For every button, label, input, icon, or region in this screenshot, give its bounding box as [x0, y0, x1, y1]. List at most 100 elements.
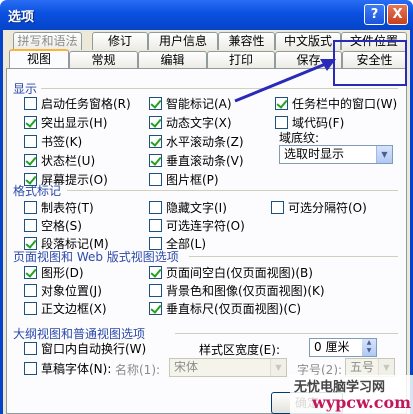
checkbox-box[interactable] — [24, 266, 37, 279]
checkbox-text-boundaries[interactable]: 正文边框(X) — [24, 301, 107, 316]
tab-revisions[interactable]: 修订 — [92, 32, 148, 50]
spinner-arrows-icon[interactable]: ▲ ▼ — [362, 339, 376, 356]
site-watermark: 无忧电脑学习网 wypcw.com — [290, 375, 413, 414]
title-bar: 选项 ? X — [0, 0, 413, 30]
checkbox-label: 可选分隔符(O) — [288, 201, 367, 215]
tab-spelling-grammar[interactable]: 拼写和语法 — [13, 32, 82, 50]
checkbox-box[interactable] — [149, 302, 162, 315]
checkbox-vertical-scrollbar[interactable]: 垂直滚动条(V) — [149, 153, 244, 168]
checkbox-label: 正文边框(X) — [41, 302, 107, 316]
field-shading-value: 选取时显示 — [284, 147, 345, 161]
watermark-site-url: wypcw.com — [312, 393, 412, 412]
checkbox-object-anchors[interactable]: 对象位置(J) — [24, 283, 102, 298]
field-shading-select[interactable]: 选取时显示 ▼ — [279, 145, 393, 164]
checkbox-label: 垂直标尺(仅页面视图)(C) — [166, 302, 302, 316]
checkbox-box[interactable] — [24, 219, 37, 232]
checkbox-label: 突出显示(H) — [41, 116, 108, 130]
checkbox-box[interactable] — [24, 97, 37, 110]
chevron-down-icon[interactable]: ▼ — [376, 146, 392, 163]
checkbox-label: 对象位置(J) — [41, 284, 102, 298]
close-button[interactable]: X — [387, 4, 408, 25]
checkbox-label: 图形(D) — [41, 266, 84, 280]
checkbox-label: 启动任务窗格(R) — [41, 97, 131, 111]
checkbox-vertical-ruler[interactable]: 垂直标尺(仅页面视图)(C) — [149, 301, 301, 316]
style-area-width-input[interactable]: 0 厘米 ▲ ▼ — [309, 338, 377, 357]
checkbox-box[interactable] — [149, 97, 162, 110]
section-page-web-view: 页面视图和 Web 版式视图选项 — [13, 248, 398, 265]
checkbox-box[interactable] — [271, 201, 284, 214]
checkbox-box[interactable] — [275, 116, 288, 129]
checkbox-label: 草稿字体(N): — [41, 362, 112, 376]
checkbox-startup-task-pane[interactable]: 启动任务窗格(R) — [24, 96, 131, 111]
checkbox-optional-hyphens[interactable]: 可选连字符(O) — [149, 218, 245, 233]
checkbox-bookmarks[interactable]: 书签(K) — [24, 134, 82, 149]
checkbox-drawings[interactable]: 图形(D) — [24, 265, 84, 280]
checkbox-box[interactable] — [149, 266, 162, 279]
checkbox-box[interactable] — [24, 201, 37, 214]
checkbox-box[interactable] — [24, 116, 37, 129]
checkbox-status-bar[interactable]: 状态栏(U) — [24, 153, 95, 168]
section-format-marks-title: 格式标记 — [13, 184, 62, 198]
checkbox-white-space-between-pages[interactable]: 页面间空白(仅页面视图)(B) — [149, 265, 313, 280]
checkbox-spaces[interactable]: 空格(S) — [24, 218, 82, 233]
tab-edit[interactable]: 编辑 — [138, 51, 207, 68]
checkbox-wrap-to-window[interactable]: 窗口内自动换行(W) — [24, 341, 146, 356]
checkbox-highlight[interactable]: 突出显示(H) — [24, 115, 107, 130]
field-shading-label: 域底纹: — [279, 131, 320, 145]
checkbox-box[interactable] — [24, 342, 37, 355]
checkbox-label: 可选连字符(O) — [166, 219, 245, 233]
checkbox-label: 制表符(T) — [41, 201, 94, 215]
checkbox-field-codes[interactable]: 域代码(F) — [275, 115, 344, 130]
checkbox-label: 状态栏(U) — [41, 154, 96, 168]
checkbox-draft-font[interactable]: 草稿字体(N): — [24, 361, 111, 376]
checkbox-box[interactable] — [149, 219, 162, 232]
section-outline-normal-title: 大纲视图和普通视图选项 — [13, 327, 146, 341]
checkbox-box[interactable] — [24, 154, 37, 167]
chevron-down-icon[interactable]: ▼ — [378, 359, 394, 376]
tab-user-info[interactable]: 用户信息 — [148, 32, 218, 50]
checkbox-box[interactable] — [149, 201, 162, 214]
checkbox-label: 智能标记(A) — [166, 97, 232, 111]
checkbox-box[interactable] — [24, 135, 37, 148]
checkbox-box[interactable] — [149, 135, 162, 148]
section-display-title: 显示 — [13, 82, 38, 96]
checkbox-box[interactable] — [149, 284, 162, 297]
chevron-down-icon[interactable]: ▼ — [270, 359, 286, 376]
checkbox-background-colors-images[interactable]: 背景色和图像(仅页面视图)(K) — [149, 283, 325, 298]
checkbox-label: 水平滚动条(Z) — [166, 135, 244, 149]
checkbox-box[interactable] — [149, 116, 162, 129]
checkbox-smart-tags[interactable]: 智能标记(A) — [149, 96, 232, 111]
checkbox-optional-breaks[interactable]: 可选分隔符(O) — [271, 200, 367, 215]
checkbox-label: 空格(S) — [41, 219, 82, 233]
tab-general[interactable]: 常规 — [69, 51, 138, 68]
checkbox-horizontal-scrollbar[interactable]: 水平滚动条(Z) — [149, 134, 244, 149]
tab-compatibility[interactable]: 兼容性 — [218, 32, 275, 50]
checkbox-hidden-text[interactable]: 隐藏文字(I) — [149, 200, 227, 215]
checkbox-label: 隐藏文字(I) — [166, 201, 227, 215]
help-button[interactable]: ? — [364, 4, 385, 25]
checkbox-label: 背景色和图像(仅页面视图)(K) — [166, 284, 325, 298]
style-area-width-value: 0 厘米 — [314, 340, 350, 354]
checkbox-label: 垂直滚动条(V) — [166, 154, 244, 168]
tab-chinese-layout[interactable]: 中文版式 — [275, 32, 341, 50]
checkbox-animated-text[interactable]: 动态文字(X) — [149, 115, 232, 130]
section-page-web-title: 页面视图和 Web 版式视图选项 — [13, 250, 179, 264]
tab-view[interactable]: 视图 — [9, 49, 69, 68]
checkbox-tab-characters[interactable]: 制表符(T) — [24, 200, 94, 215]
annotation-arrow-icon — [234, 59, 336, 103]
checkbox-label: 页面间空白(仅页面视图)(B) — [166, 266, 313, 280]
checkbox-box[interactable] — [24, 284, 37, 297]
draft-font-size-value: 五号 — [350, 360, 375, 374]
checkbox-box[interactable] — [24, 302, 37, 315]
checkbox-box[interactable] — [149, 154, 162, 167]
security-tab-highlight — [333, 40, 407, 86]
checkbox-box[interactable] — [24, 362, 37, 375]
draft-font-name-label: 名称(1): — [115, 363, 161, 377]
options-dialog: 拼写和语法 修订 用户信息 兼容性 中文版式 文件位置 视图 常规 编辑 打印 … — [0, 30, 413, 414]
checkbox-label: 动态文字(X) — [166, 116, 232, 130]
style-area-width-label: 样式区宽度(E): — [199, 343, 280, 357]
section-format-marks: 格式标记 — [13, 182, 398, 199]
checkbox-label: 窗口内自动换行(W) — [41, 342, 147, 356]
window-title: 选项 — [8, 10, 35, 25]
draft-font-name-select[interactable]: 宋体 ▼ — [169, 358, 287, 377]
